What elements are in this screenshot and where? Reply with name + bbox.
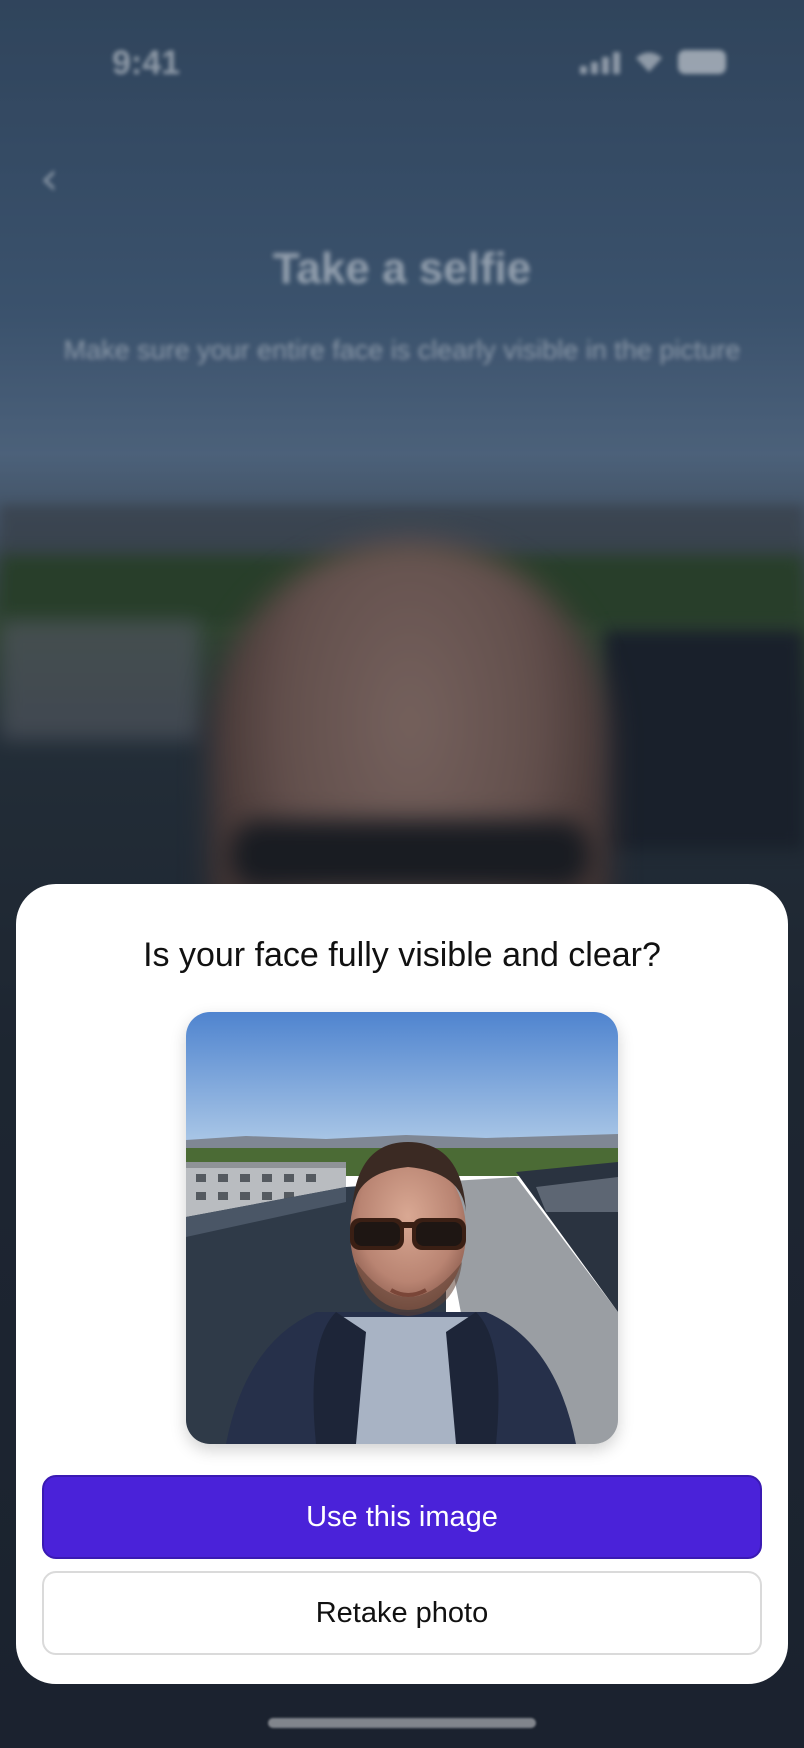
home-indicator: [268, 1718, 536, 1728]
battery-icon: [678, 50, 726, 74]
page-subtitle: Make sure your entire face is clearly vi…: [63, 335, 741, 365]
wifi-icon: [636, 52, 662, 72]
selfie-review-screen: 9:41 ‹ Take a selfie Make sure your enti…: [0, 0, 804, 1748]
signal-icon: [580, 52, 620, 74]
confirmation-sheet: Is your face fully visible and clear? Us…: [16, 884, 788, 1684]
sheet-question: Is your face fully visible and clear?: [143, 936, 661, 974]
selfie-preview-image: [186, 1012, 618, 1444]
page-title: Take a selfie: [272, 244, 532, 293]
status-bar: 9:41: [0, 0, 804, 120]
use-this-image-button[interactable]: Use this image: [42, 1475, 762, 1559]
status-icons: [580, 50, 726, 74]
retake-photo-button[interactable]: Retake photo: [42, 1571, 762, 1655]
status-time: 9:41: [112, 44, 181, 82]
chevron-left-icon[interactable]: ‹: [40, 155, 70, 201]
